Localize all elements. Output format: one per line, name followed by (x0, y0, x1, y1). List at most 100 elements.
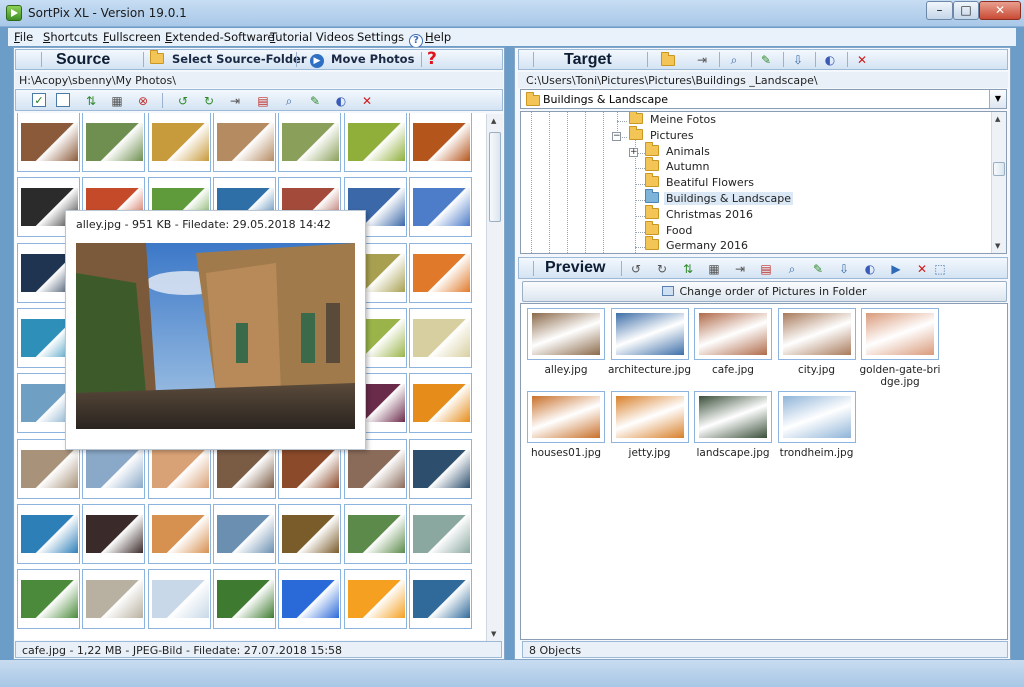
delete-icon[interactable]: ✕ (853, 51, 871, 69)
source-thumbnail[interactable] (343, 113, 407, 172)
source-thumbnail[interactable] (278, 113, 342, 172)
source-thumbnail[interactable] (408, 438, 472, 499)
select-source-folder-button[interactable]: Select Source-Folder (150, 50, 307, 66)
sort-icon[interactable]: ⇅ (679, 260, 697, 278)
source-thumbnail[interactable] (147, 503, 211, 564)
edit-icon[interactable]: ✎ (809, 260, 827, 278)
grid-view-icon[interactable]: ▦ (705, 260, 723, 278)
preview-thumbnail[interactable] (610, 308, 689, 360)
expand-icon[interactable]: + (629, 147, 638, 157)
zoom-icon[interactable]: ⌕ (783, 260, 801, 278)
source-thumbnail[interactable] (82, 503, 146, 564)
preview-thumbnail[interactable] (777, 308, 856, 360)
tree-item-christmas-2016[interactable]: Christmas 2016 (645, 204, 755, 223)
move-photos-button[interactable]: ▶ Move Photos (310, 52, 414, 68)
source-thumbnail[interactable] (212, 113, 276, 172)
edit-icon[interactable]: ✎ (757, 51, 775, 69)
web-icon[interactable]: ◐ (821, 51, 839, 69)
source-thumbnail[interactable] (408, 177, 472, 238)
minimize-button[interactable]: – (926, 1, 953, 20)
rotate-right-icon[interactable]: ↻ (653, 260, 671, 278)
web-icon[interactable]: ◐ (861, 260, 879, 278)
chevron-down-icon[interactable]: ▼ (989, 90, 1006, 108)
source-thumbnail[interactable] (408, 569, 472, 630)
preview-thumbnail[interactable] (694, 308, 772, 360)
source-thumbnail[interactable] (343, 503, 407, 564)
target-folder-select[interactable]: Buildings & Landscape ▼ (520, 89, 1007, 109)
delete-icon[interactable]: ✕ (358, 92, 376, 110)
uncheck-all-icon[interactable] (56, 93, 70, 107)
resize-icon[interactable]: ⇥ (731, 260, 749, 278)
zoom-icon[interactable]: ⌕ (280, 92, 298, 110)
rename-icon[interactable]: ⇥ (693, 51, 711, 69)
preview-thumbnail[interactable] (694, 391, 772, 443)
source-thumbnail[interactable] (278, 503, 342, 564)
source-thumbnail[interactable] (147, 569, 211, 630)
source-thumbnail[interactable] (212, 503, 276, 564)
menu-settings[interactable]: Settings (357, 30, 404, 44)
source-thumbnail[interactable] (82, 569, 146, 630)
tree-item-buildings-landscape[interactable]: Buildings & Landscape (645, 189, 794, 207)
file-info-icon[interactable]: ▤ (254, 92, 272, 110)
collapse-icon[interactable]: − (612, 131, 621, 141)
search-icon[interactable]: ⌕ (725, 51, 743, 69)
close-button[interactable]: ✕ (979, 1, 1021, 20)
source-thumbnail[interactable] (147, 113, 211, 172)
source-thumbnail[interactable] (17, 503, 80, 564)
source-thumbnail[interactable] (408, 113, 472, 172)
source-thumbnail[interactable] (278, 569, 342, 630)
source-thumbnail[interactable] (408, 307, 472, 368)
move-icon[interactable]: ⇩ (789, 51, 807, 69)
menu-fullscreen[interactable]: Fullscreen (103, 30, 161, 44)
tree-item-meine-fotos[interactable]: Meine Fotos (629, 112, 718, 128)
help-icon[interactable]: ? (427, 49, 437, 69)
rotate-right-icon[interactable]: ↻ (200, 92, 218, 110)
tree-item-animals[interactable]: Animals (645, 141, 712, 160)
preview-thumbnail[interactable] (861, 308, 939, 360)
grid-view-icon[interactable]: ▦ (108, 92, 126, 110)
rotate-left-icon[interactable]: ↺ (627, 260, 645, 278)
source-thumbnail[interactable] (408, 373, 472, 434)
preview-thumbnail[interactable] (527, 308, 605, 360)
tree-item-autumn[interactable]: Autumn (645, 157, 711, 175)
scroll-down-arrow[interactable]: ▼ (491, 630, 496, 638)
new-folder-icon[interactable] (659, 51, 677, 69)
delete-circle-icon[interactable]: ⊗ (134, 92, 152, 110)
source-thumbnail[interactable] (408, 242, 472, 303)
menu-shortcuts[interactable]: Shortcuts (43, 30, 98, 44)
menu-help[interactable]: ? Help (409, 30, 451, 48)
source-thumbnail[interactable] (408, 503, 472, 564)
preview-thumbnail[interactable] (527, 391, 605, 443)
web-icon[interactable]: ◐ (332, 92, 350, 110)
sort-icon[interactable]: ⇅ (82, 92, 100, 110)
tree-item-pictures[interactable]: Pictures (629, 125, 696, 144)
file-info-icon[interactable]: ▤ (757, 260, 775, 278)
source-thumbnail[interactable] (82, 113, 146, 172)
tree-item-germany-2016[interactable]: Germany 2016 (645, 236, 750, 253)
scroll-up-arrow[interactable]: ▲ (491, 117, 496, 125)
source-thumbnail[interactable] (17, 113, 80, 172)
maximize-button[interactable]: □ (953, 1, 979, 20)
tree-item-beatiful-flowers[interactable]: Beatiful Flowers (645, 173, 756, 191)
edit-icon[interactable]: ✎ (306, 92, 324, 110)
scroll-thumb[interactable] (993, 162, 1005, 176)
preview-thumbnail[interactable] (777, 391, 856, 443)
source-thumbnail[interactable] (343, 569, 407, 630)
scroll-thumb[interactable] (489, 132, 501, 222)
move-icon[interactable]: ⇩ (835, 260, 853, 278)
menu-tutorial-videos[interactable]: Tutorial Videos (270, 30, 354, 44)
menu-extended-software[interactable]: Extended-Software (165, 30, 274, 44)
select-icon[interactable]: ⬚ (931, 260, 949, 278)
rotate-left-icon[interactable]: ↺ (174, 92, 192, 110)
delete-icon[interactable]: ✕ (913, 260, 931, 278)
source-thumbnail[interactable] (212, 569, 276, 630)
slideshow-icon[interactable]: ▶ (887, 260, 905, 278)
resize-icon[interactable]: ⇥ (226, 92, 244, 110)
source-thumbnail[interactable] (17, 569, 80, 630)
check-all-icon[interactable]: ✓ (32, 93, 46, 107)
source-scrollbar[interactable]: ▲ ▼ (486, 114, 503, 641)
preview-thumbnail[interactable] (610, 391, 689, 443)
menu-file[interactable]: File (14, 30, 33, 44)
change-order-button[interactable]: Change order of Pictures in Folder (522, 281, 1007, 302)
tree-scrollbar[interactable]: ▲ ▼ (991, 112, 1006, 253)
